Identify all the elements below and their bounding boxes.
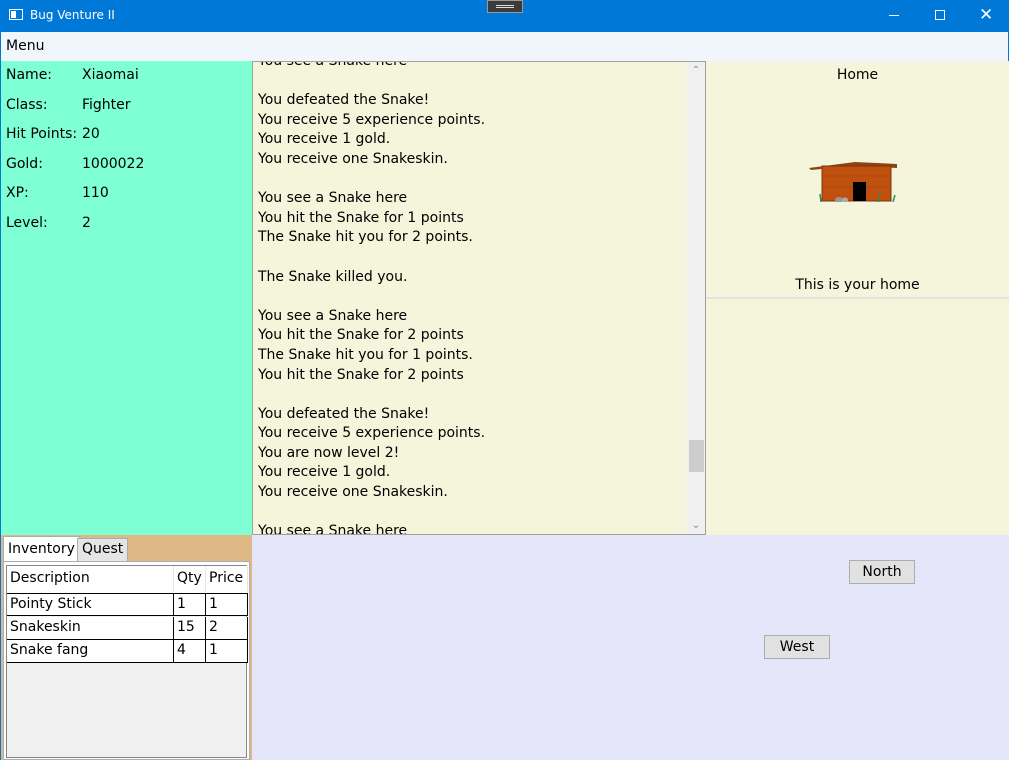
- log-line: You defeated the Snake!: [258, 405, 430, 422]
- location-panel: Home This is your home: [706, 61, 1009, 298]
- stat-label: XP:: [6, 185, 29, 201]
- menu-item-menu[interactable]: Menu: [6, 38, 44, 54]
- log-line: You defeated the Snake!: [258, 92, 430, 109]
- stat-value-xp: 110: [82, 185, 109, 201]
- cell-description: Snake fang: [7, 640, 174, 663]
- log-line: You see a Snake here: [258, 190, 408, 207]
- tab-inventory[interactable]: Inventory: [3, 536, 80, 562]
- scroll-thumb[interactable]: [689, 440, 704, 472]
- north-button[interactable]: North: [849, 560, 915, 584]
- log-line: You hit the Snake for 1 points: [258, 209, 464, 226]
- log-line: You receive 1 gold.: [258, 464, 391, 481]
- inventory-tab-content: Description Qty Price Pointy Stick 1 1 S…: [3, 561, 250, 760]
- stat-value-hit-points: 20: [82, 126, 100, 142]
- log-line: You hit the Snake for 2 points: [258, 327, 464, 344]
- monster-panel: [706, 299, 1009, 535]
- stat-label: Hit Points:: [6, 126, 78, 142]
- column-header-price[interactable]: Price: [206, 566, 248, 593]
- log-line: The Snake hit you for 2 points.: [258, 229, 473, 246]
- grid-header-row: Description Qty Price: [7, 566, 248, 593]
- message-log[interactable]: You see a Snake here You defeated the Sn…: [252, 61, 706, 535]
- inventory-area: Inventory Quest Description Qty Price Po…: [1, 535, 252, 760]
- stat-label: Level:: [6, 215, 48, 231]
- log-line: The Snake hit you for 1 points.: [258, 346, 473, 363]
- log-line: You see a Snake here: [258, 523, 408, 535]
- stat-value-class: Fighter: [82, 97, 131, 113]
- log-line: You see a Snake here: [258, 307, 408, 324]
- message-log-scrollbar[interactable]: ⌃ ⌄: [687, 62, 705, 534]
- minimize-icon: [889, 15, 899, 16]
- minimize-button[interactable]: [871, 0, 917, 32]
- close-button[interactable]: ✕: [963, 0, 1009, 32]
- stat-label: Name:: [6, 67, 53, 83]
- log-line: You receive 1 gold.: [258, 131, 391, 148]
- cell-description: Snakeskin: [7, 617, 174, 640]
- stat-value-gold: 1000022: [82, 156, 145, 172]
- app-window-icon: [9, 9, 23, 20]
- stat-label: Gold:: [6, 156, 43, 172]
- tab-quest[interactable]: Quest: [77, 538, 129, 562]
- cell-qty: 15: [174, 617, 206, 640]
- location-name: Home: [836, 67, 879, 83]
- log-line: You receive one Snakeskin.: [258, 484, 448, 501]
- log-line: You receive 5 experience points.: [258, 425, 486, 442]
- inventory-grid[interactable]: Description Qty Price Pointy Stick 1 1 S…: [6, 565, 248, 758]
- log-line: You receive 5 experience points.: [258, 111, 486, 128]
- scroll-up-arrow-icon[interactable]: ⌃: [687, 62, 705, 79]
- window-title: Bug Venture II: [30, 8, 115, 22]
- maximize-button[interactable]: [917, 0, 963, 32]
- table-row[interactable]: Snake fang 4 1: [7, 640, 248, 663]
- player-stats-panel: Name: Xiaomai Class: Fighter Hit Points:…: [1, 61, 252, 535]
- cell-qty: 1: [174, 593, 206, 616]
- stat-value-level: 2: [82, 215, 91, 231]
- stat-value-name: Xiaomai: [82, 67, 139, 83]
- location-description: This is your home: [795, 277, 920, 293]
- cell-description: Pointy Stick: [7, 593, 174, 616]
- drag-handle-icon[interactable]: [487, 0, 523, 13]
- menu-bar: Menu: [1, 32, 1008, 61]
- house-image: [809, 162, 897, 202]
- close-icon: ✕: [979, 5, 994, 25]
- table-row[interactable]: Snakeskin 15 2: [7, 617, 248, 640]
- log-line: The Snake killed you.: [258, 268, 408, 285]
- cell-price: 1: [206, 593, 248, 616]
- west-button[interactable]: West: [764, 635, 830, 659]
- movement-area: North West: [252, 535, 1009, 760]
- log-line: You receive one Snakeskin.: [258, 150, 448, 167]
- stat-label: Class:: [6, 97, 48, 113]
- log-line: You are now level 2!: [258, 444, 400, 461]
- column-header-qty[interactable]: Qty: [174, 566, 206, 593]
- cell-qty: 4: [174, 640, 206, 663]
- table-row[interactable]: Pointy Stick 1 1: [7, 593, 248, 616]
- title-bar[interactable]: Bug Venture II ✕: [0, 0, 1009, 32]
- log-line: You hit the Snake for 2 points: [258, 366, 464, 383]
- column-header-description[interactable]: Description: [7, 566, 174, 593]
- message-log-text: You see a Snake here You defeated the Sn…: [258, 61, 678, 535]
- maximize-icon: [935, 10, 945, 20]
- cell-price: 2: [206, 617, 248, 640]
- cell-price: 1: [206, 640, 248, 663]
- scroll-down-arrow-icon[interactable]: ⌄: [687, 517, 705, 534]
- log-line: You see a Snake here: [258, 61, 408, 69]
